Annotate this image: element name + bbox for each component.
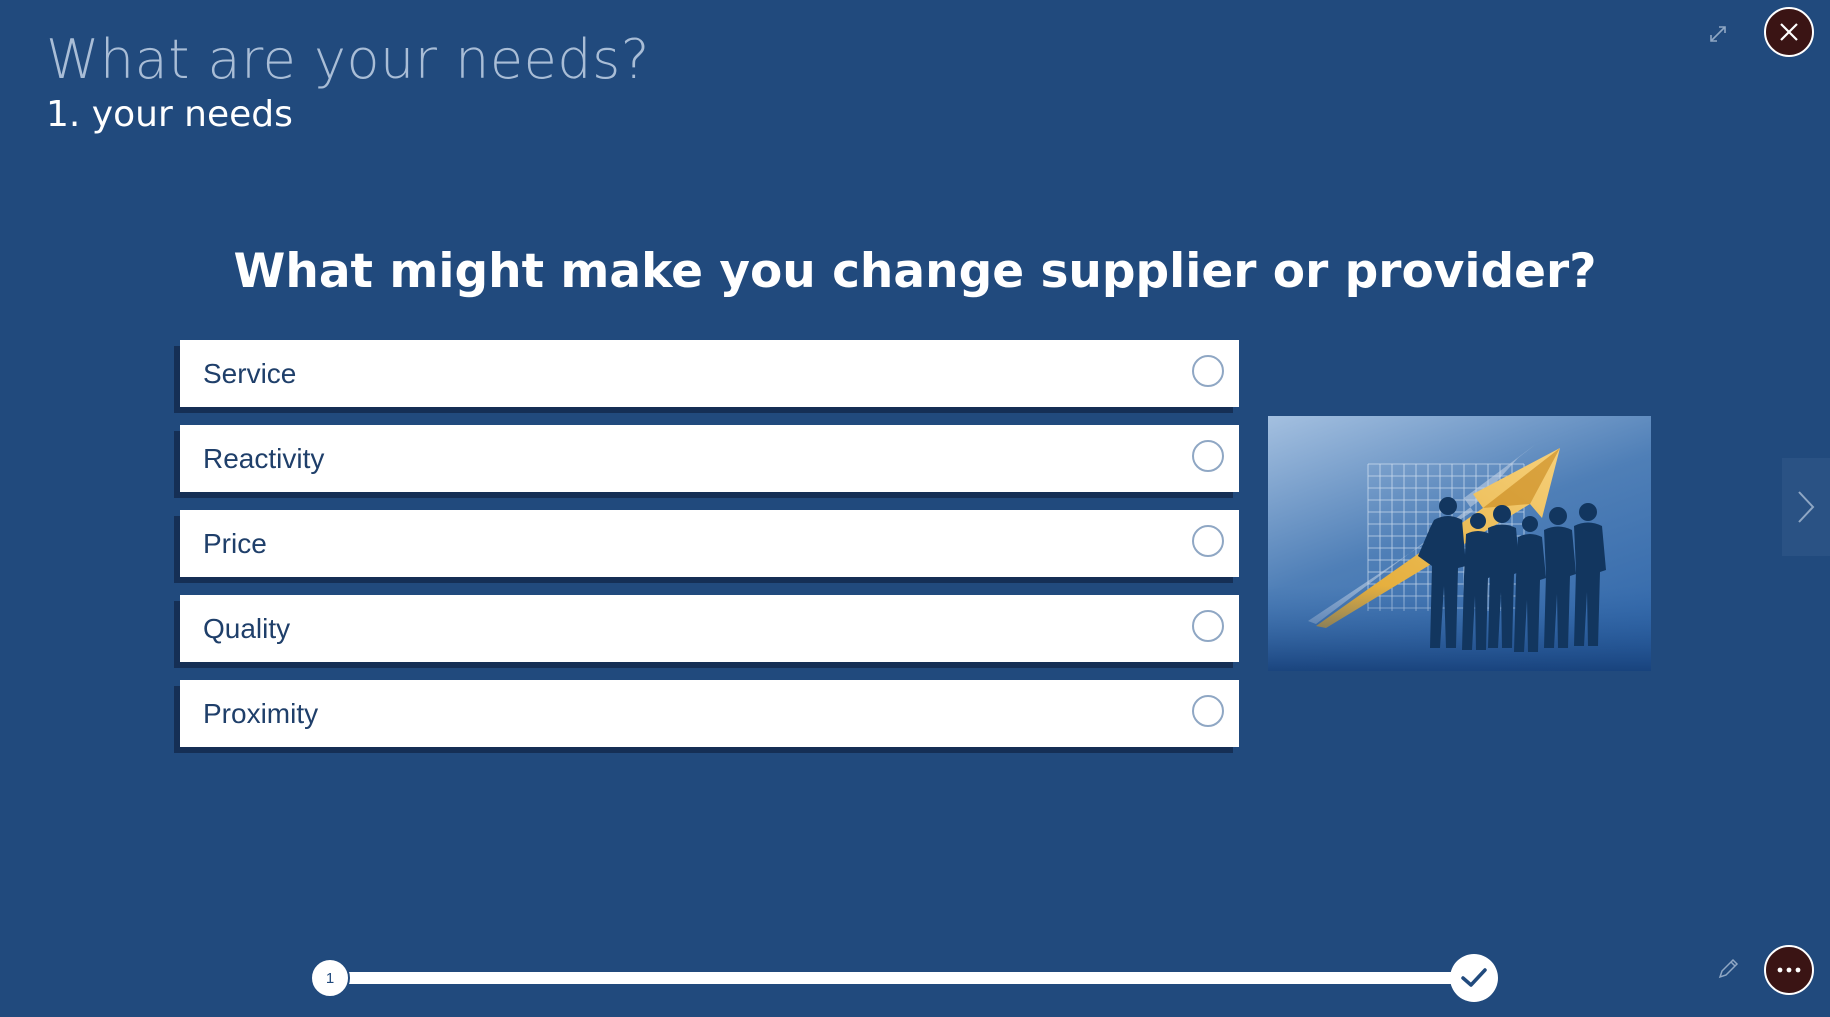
radio-button[interactable] bbox=[1192, 610, 1224, 642]
radio-button[interactable] bbox=[1192, 695, 1224, 727]
close-button[interactable] bbox=[1764, 7, 1814, 57]
option-label: Price bbox=[203, 527, 267, 559]
question-text: What might make you change supplier or p… bbox=[233, 244, 1597, 299]
more-options-button[interactable] bbox=[1764, 945, 1814, 995]
pencil-icon[interactable] bbox=[1716, 957, 1740, 981]
page-title: What are your needs? bbox=[46, 28, 650, 91]
option-quality[interactable]: Quality bbox=[180, 595, 1239, 662]
option-label: Quality bbox=[203, 612, 291, 644]
business-growth-illustration bbox=[1268, 416, 1651, 671]
radio-button[interactable] bbox=[1192, 525, 1224, 557]
option-price[interactable]: Price bbox=[180, 510, 1239, 577]
option-reactivity[interactable]: Reactivity bbox=[180, 425, 1239, 492]
page-subtitle: 1. your needs bbox=[46, 94, 293, 135]
close-icon bbox=[1780, 23, 1798, 41]
next-page-button[interactable] bbox=[1782, 458, 1830, 556]
progress-bar bbox=[330, 972, 1470, 984]
progress-step-marker[interactable]: 1 bbox=[310, 958, 350, 998]
checkmark-icon bbox=[1461, 968, 1487, 987]
survey-screen: What are your needs? 1. your needs What … bbox=[0, 0, 1830, 1017]
expand-icon[interactable] bbox=[1706, 22, 1730, 46]
option-service[interactable]: Service bbox=[180, 340, 1239, 407]
ellipsis-icon bbox=[1777, 967, 1801, 973]
option-label: Reactivity bbox=[203, 442, 325, 474]
option-label: Service bbox=[203, 357, 297, 389]
chevron-right-icon bbox=[1798, 491, 1815, 523]
option-label: Proximity bbox=[203, 697, 319, 729]
finish-button[interactable] bbox=[1450, 954, 1498, 1002]
answer-options: Service Reactivity Price Quality Proximi… bbox=[180, 340, 1239, 765]
option-proximity[interactable]: Proximity bbox=[180, 680, 1239, 747]
radio-button[interactable] bbox=[1192, 355, 1224, 387]
radio-button[interactable] bbox=[1192, 440, 1224, 472]
